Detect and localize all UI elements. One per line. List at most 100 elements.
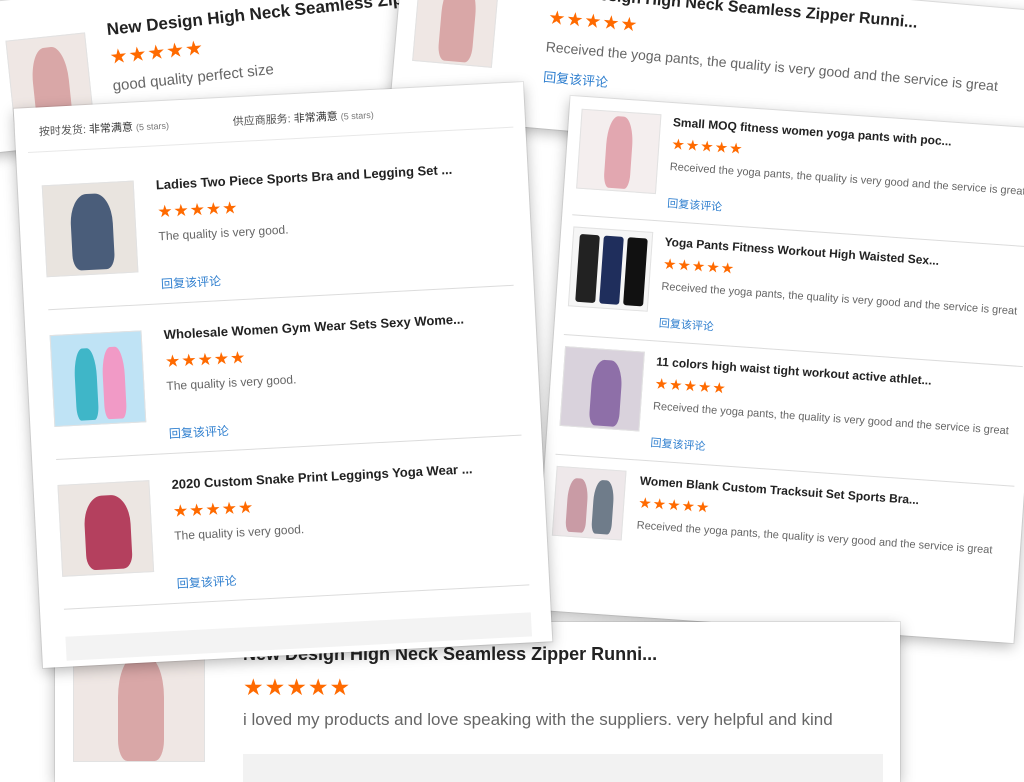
delivery-value: 非常满意: [88, 121, 134, 136]
model-figure: [101, 346, 128, 420]
star-icon: ★: [108, 45, 130, 69]
star-icon: ★: [619, 13, 640, 37]
star-icon: ★: [711, 379, 728, 398]
model-figure: [437, 0, 479, 63]
star-icon: ★: [601, 12, 622, 35]
review-comment: i loved my products and love speaking wi…: [243, 710, 833, 729]
star-icon: ★: [699, 138, 716, 157]
star-icon: ★: [676, 256, 693, 275]
star-icon: ★: [205, 198, 223, 219]
star-icon: ★: [691, 257, 707, 276]
star-icon: ★: [183, 37, 206, 61]
model-figure: [623, 237, 648, 307]
star-icon: ★: [264, 674, 287, 700]
product-thumbnail[interactable]: [41, 180, 139, 278]
product-thumbnail[interactable]: [576, 108, 662, 195]
star-icon: ★: [652, 495, 668, 514]
product-thumbnail[interactable]: [412, 0, 500, 68]
star-icon: ★: [213, 348, 231, 369]
star-icon: ★: [668, 376, 685, 395]
product-title[interactable]: New Design High Neck Seamless Zippe: [106, 0, 424, 40]
reply-link[interactable]: 回复该评论: [542, 66, 609, 91]
product-thumbnail[interactable]: [49, 330, 147, 428]
review-card-left: 按时发货: 非常满意 (5 stars) 供应商服务: 非常满意 (5 star…: [13, 82, 553, 668]
star-icon: ★: [637, 494, 654, 513]
rating-stars: ★★★★★: [662, 255, 736, 278]
star-icon: ★: [666, 496, 683, 515]
service-label: 供应商服务:: [232, 113, 292, 129]
star-icon: ★: [172, 501, 190, 521]
star-icon: ★: [237, 497, 255, 518]
product-title[interactable]: Wholesale Women Gym Wear Sets Sexy Wome.…: [163, 311, 464, 342]
product-title[interactable]: Ladies Two Piece Sports Bra and Legging …: [155, 162, 452, 193]
star-icon: ★: [565, 9, 586, 32]
reply-link[interactable]: 回复该评论: [658, 315, 714, 335]
review-comment: Received the yoga pants, the quality is …: [661, 280, 1018, 318]
star-icon: ★: [662, 255, 679, 274]
product-thumbnail[interactable]: [57, 480, 155, 577]
model-figure: [599, 235, 624, 305]
star-icon: ★: [221, 498, 239, 519]
product-thumbnail[interactable]: [559, 346, 645, 432]
star-icon: ★: [156, 201, 175, 222]
model-figure: [69, 192, 116, 271]
reply-link[interactable]: 回复该评论: [176, 572, 237, 592]
rating-stars: ★★★★★: [165, 347, 247, 371]
star-icon: ★: [221, 198, 239, 218]
delivery-label: 按时发货:: [38, 123, 87, 139]
star-icon: ★: [165, 39, 187, 63]
star-icon: ★: [720, 259, 736, 278]
star-icon: ★: [229, 347, 247, 368]
product-title[interactable]: 2020 Custom Snake Print Leggings Yoga We…: [171, 461, 473, 492]
star-icon: ★: [728, 140, 745, 159]
delivery-stars: (5 stars): [135, 120, 170, 133]
star-icon: ★: [189, 199, 207, 220]
review-comment: The quality is very good.: [166, 372, 297, 394]
reply-link[interactable]: 回复该评论: [667, 195, 723, 215]
divider: [56, 434, 522, 460]
model-figure: [591, 479, 615, 535]
rating-stars: ★★★★★: [637, 494, 711, 517]
reply-link[interactable]: 回复该评论: [650, 434, 706, 454]
star-icon: ★: [654, 375, 670, 394]
reply-link[interactable]: 回复该评论: [168, 422, 230, 442]
model-figure: [588, 359, 624, 428]
star-icon: ★: [547, 7, 568, 31]
divider: [48, 284, 514, 311]
rating-stars: ★★★★★: [547, 7, 640, 37]
product-thumbnail[interactable]: [567, 226, 654, 312]
star-icon: ★: [204, 499, 223, 520]
product-thumbnail[interactable]: [551, 465, 627, 541]
delivery-rating: 按时发货: 非常满意 (5 stars): [38, 117, 170, 140]
star-icon: ★: [705, 258, 722, 277]
star-icon: ★: [670, 136, 687, 155]
star-icon: ★: [329, 674, 352, 700]
service-rating: 供应商服务: 非常满意 (5 stars): [232, 106, 374, 129]
rating-stars: ★★★★★: [172, 497, 255, 521]
model-figure: [603, 115, 635, 190]
star-icon: ★: [286, 674, 308, 700]
star-icon: ★: [146, 41, 168, 65]
review-comment: Received the yoga pants, the quality is …: [669, 160, 1024, 198]
review-card-right: Small MOQ fitness women yoga pants with …: [534, 95, 1024, 644]
star-icon: ★: [685, 137, 701, 156]
review-comment: Received the yoga pants, the quality is …: [652, 400, 1010, 438]
review-comment: The quality is very good.: [158, 222, 289, 244]
star-icon: ★: [583, 10, 604, 34]
star-icon: ★: [243, 674, 265, 700]
reply-box[interactable]: [243, 754, 883, 782]
rating-stars: ★★★★★: [670, 136, 745, 159]
reply-link[interactable]: 回复该评论: [161, 272, 222, 292]
star-icon: ★: [173, 200, 191, 221]
review-comment: Received the yoga pants, the quality is …: [545, 38, 999, 94]
model-figure: [565, 477, 589, 533]
review-comment: The quality is very good.: [173, 522, 305, 543]
star-icon: ★: [197, 349, 215, 370]
model-figure: [575, 233, 600, 304]
review-comment: Received the yoga pants, the quality is …: [636, 519, 993, 557]
star-icon: ★: [680, 497, 697, 516]
rating-stars: ★★★★★: [156, 198, 239, 222]
star-icon: ★: [188, 500, 206, 521]
star-icon: ★: [714, 139, 730, 158]
star-icon: ★: [180, 350, 199, 371]
